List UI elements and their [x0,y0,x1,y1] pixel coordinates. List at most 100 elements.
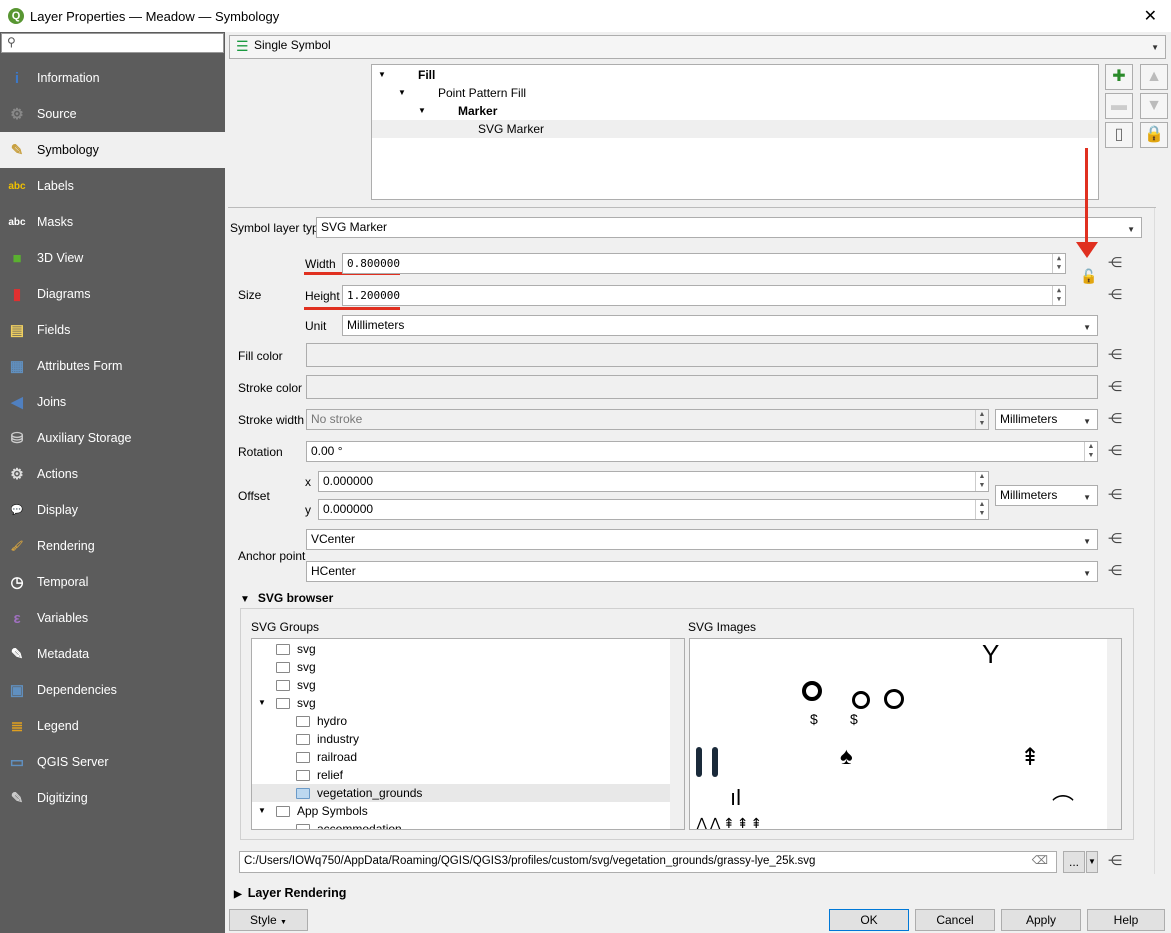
svg-group-item[interactable]: ▼ App Symbols [252,802,684,820]
svg-group-item[interactable]: relief [252,766,684,784]
stroke-width-input[interactable]: No stroke ▲ ▼ [306,409,989,430]
sidebar-item-3d-view[interactable]: ■ 3D View [0,240,225,276]
symbol-layer-type-select[interactable]: SVG Marker [316,217,1142,238]
offset-unit-select[interactable]: Millimeters [995,485,1098,506]
svg-image[interactable]: ıl [730,785,741,811]
renderer-select[interactable]: ☰ Single Symbol [229,35,1166,59]
svg-image[interactable] [802,681,822,701]
data-defined-icon[interactable]: ⋲ [1108,410,1130,430]
sidebar-item-masks[interactable]: abc Masks [0,204,225,240]
stroke-unit-select[interactable]: Millimeters [995,409,1098,430]
svg-image[interactable] [712,747,718,777]
width-input[interactable]: 0.800000 ▲ ▼ [342,253,1066,274]
close-button[interactable]: ✕ [1144,6,1157,26]
tree-item-marker[interactable]: ▼ Marker [372,102,1098,120]
sidebar-item-fields[interactable]: ▤ Fields [0,312,225,348]
remove-layer-button[interactable]: ▬ [1105,93,1133,119]
svg-group-item[interactable]: accommodation [252,820,684,829]
tree-item-point-pattern-fill[interactable]: ▼ Point Pattern Fill [372,84,1098,102]
svg-image[interactable]: ⇞ [1020,743,1040,772]
height-input[interactable]: 1.200000 ▲ ▼ [342,285,1066,306]
browse-button[interactable]: ... [1063,851,1085,873]
sidebar-item-variables[interactable]: ε Variables [0,600,225,636]
svg-path-input[interactable]: C:/Users/IOWq750/AppData/Roaming/QGIS/QG… [239,851,1057,873]
svg-image[interactable]: ♠ [840,743,853,771]
unit-select[interactable]: Millimeters [342,315,1098,336]
sidebar-item-temporal[interactable]: ◷ Temporal [0,564,225,600]
svg-browser-header[interactable]: ▼ SVG browser [240,591,333,605]
sidebar-item-display[interactable]: 💬 Display [0,492,225,528]
svg-image[interactable]: ⌒ [1052,789,1074,821]
sidebar-search-input[interactable]: ⚲ [1,33,224,53]
svg-images-grid[interactable]: Y ♠ ⇞ $ $ ıl ⋀⋀⇞⇞⇞ ⌒ [689,638,1122,830]
expand-arrow-icon[interactable]: ▼ [258,802,266,820]
svg-group-item[interactable]: vegetation_grounds [252,784,684,802]
sidebar-item-labels[interactable]: abc Labels [0,168,225,204]
sidebar-item-joins[interactable]: ◀ Joins [0,384,225,420]
fill-color-button[interactable] [306,343,1098,367]
symbol-layer-tree[interactable]: ▼ Fill ▼ Point Pattern Fill ▼ Marker SVG Ma… [371,64,1099,200]
form-scrollbar[interactable] [1154,208,1169,874]
svg-image[interactable]: $ [850,711,858,727]
help-button[interactable]: Help [1087,909,1165,931]
tree-item-svg-marker[interactable]: SVG Marker [372,120,1098,138]
sidebar-item-digitizing[interactable]: ✎ Digitizing [0,780,225,816]
svg-group-item[interactable]: svg [252,658,684,676]
data-defined-icon[interactable]: ⋲ [1108,378,1130,398]
svg-group-item[interactable]: ▼ svg [252,694,684,712]
sidebar-item-actions[interactable]: ⚙ Actions [0,456,225,492]
lock-aspect-ratio-button[interactable]: 🔓 [1080,268,1097,285]
data-defined-icon[interactable]: ⋲ [1108,286,1130,306]
offset-y-input[interactable]: 0.000000 ▲ ▼ [318,499,989,520]
svg-images-scrollbar[interactable] [1107,639,1121,829]
data-defined-icon[interactable]: ⋲ [1108,346,1130,366]
svg-groups-scrollbar[interactable] [670,639,684,829]
lock-layer-button[interactable]: 🔒 [1140,122,1168,148]
sidebar-item-source[interactable]: ⚙ Source [0,96,225,132]
apply-button[interactable]: Apply [1001,909,1081,931]
data-defined-icon[interactable]: ⋲ [1108,852,1130,872]
offset-x-input[interactable]: 0.000000 ▲ ▼ [318,471,989,492]
sidebar-item-auxiliary-storage[interactable]: ⛁ Auxiliary Storage [0,420,225,456]
data-defined-icon[interactable]: ⋲ [1108,530,1130,550]
svg-groups-tree[interactable]: svg svg svg ▼ svg hydro industry railroad relief… [251,638,685,830]
rotation-input[interactable]: 0.00 ° ▲ ▼ [306,441,1098,462]
move-up-button[interactable]: ▲ [1140,64,1168,90]
style-button[interactable]: Style ▼ [229,909,308,931]
data-defined-icon[interactable]: ⋲ [1108,562,1130,582]
svg-group-item[interactable]: railroad [252,748,684,766]
svg-image[interactable]: Y [982,639,999,670]
ok-button[interactable]: OK [829,909,909,931]
svg-group-item[interactable]: svg [252,676,684,694]
sidebar-item-attributes-form[interactable]: ▦ Attributes Form [0,348,225,384]
anchor-vertical-select[interactable]: VCenter [306,529,1098,550]
add-layer-button[interactable]: ✚ [1105,64,1133,90]
sidebar-item-metadata[interactable]: ✎ Metadata [0,636,225,672]
anchor-horizontal-select[interactable]: HCenter [306,561,1098,582]
svg-group-item[interactable]: industry [252,730,684,748]
browse-menu-button[interactable]: ▼ [1086,851,1098,873]
sidebar-item-dependencies[interactable]: ▣ Dependencies [0,672,225,708]
tree-item-fill[interactable]: ▼ Fill [372,66,1098,84]
move-down-button[interactable]: ▼ [1140,93,1168,119]
svg-image[interactable]: $ [810,711,818,727]
sidebar-item-rendering[interactable]: 🖌 Rendering [0,528,225,564]
data-defined-icon[interactable]: ⋲ [1108,486,1130,506]
svg-image[interactable] [884,689,904,709]
sidebar-item-diagrams[interactable]: ▮ Diagrams [0,276,225,312]
cancel-button[interactable]: Cancel [915,909,995,931]
sidebar-item-symbology[interactable]: ✎ Symbology [0,132,225,168]
svg-group-item[interactable]: svg [252,640,684,658]
sidebar-item-legend[interactable]: ≣ Legend [0,708,225,744]
sidebar-item-qgis-server[interactable]: ▭ QGIS Server [0,744,225,780]
stroke-color-button[interactable] [306,375,1098,399]
duplicate-layer-button[interactable]: ▯ [1105,122,1133,148]
clear-icon[interactable]: ⌫ [1032,854,1048,869]
data-defined-icon[interactable]: ⋲ [1108,442,1130,462]
svg-group-item[interactable]: hydro [252,712,684,730]
layer-rendering-header[interactable]: ▶ Layer Rendering [234,886,346,900]
svg-image[interactable]: ⋀⋀⇞⇞⇞ [696,815,764,829]
svg-image[interactable] [852,691,870,709]
sidebar-item-information[interactable]: i Information [0,60,225,96]
expand-arrow-icon[interactable]: ▼ [258,694,266,712]
